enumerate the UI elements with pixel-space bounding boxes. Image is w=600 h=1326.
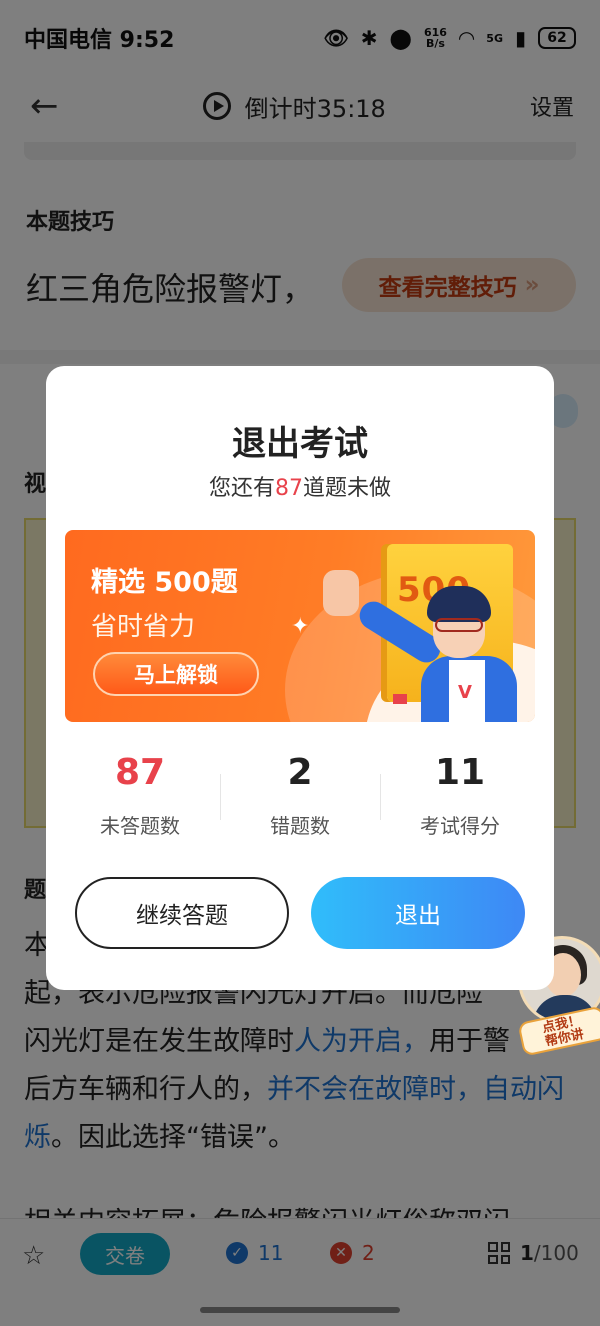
stat-score: 11 考试得分 (380, 750, 540, 840)
thumbs-up-icon (323, 570, 359, 616)
shirt-letter: V (458, 682, 472, 703)
exam-stats: 87 未答题数 2 错题数 11 考试得分 (60, 750, 540, 840)
unanswered-count: 87 (275, 476, 303, 501)
dialog-subtitle: 您还有87道题未做 (46, 470, 554, 502)
promo-banner[interactable]: 精选 500题 省时省力 马上解锁 500 ✦ V (65, 530, 535, 722)
dialog-sub-prefix: 您还有 (208, 476, 275, 501)
dialog-sub-suffix: 道题未做 (303, 476, 392, 501)
unlock-now-button[interactable]: 马上解锁 (93, 652, 259, 696)
stat-label: 考试得分 (420, 814, 500, 838)
stat-value: 11 (434, 752, 486, 793)
stat-label: 未答题数 (100, 814, 180, 838)
exit-button[interactable]: 退出 (311, 877, 525, 949)
stat-unanswered: 87 未答题数 (60, 750, 220, 840)
stat-wrong: 2 错题数 (220, 750, 380, 840)
person-glasses (435, 618, 483, 632)
stat-value: 2 (287, 752, 313, 793)
continue-answering-button[interactable]: 继续答题 (75, 877, 289, 949)
sparkle-icon: ✦ (291, 614, 310, 639)
exit-exam-dialog: 退出考试 您还有87道题未做 精选 500题 省时省力 马上解锁 500 ✦ V… (46, 366, 554, 990)
banner-subtitle: 省时省力 (91, 612, 196, 642)
stat-label: 错题数 (270, 814, 330, 838)
dialog-title: 退出考试 (232, 424, 368, 464)
person-hair (427, 586, 491, 622)
book-bookmark (393, 694, 407, 704)
stat-value: 87 (114, 752, 166, 793)
banner-title: 精选 500题 (91, 567, 238, 598)
